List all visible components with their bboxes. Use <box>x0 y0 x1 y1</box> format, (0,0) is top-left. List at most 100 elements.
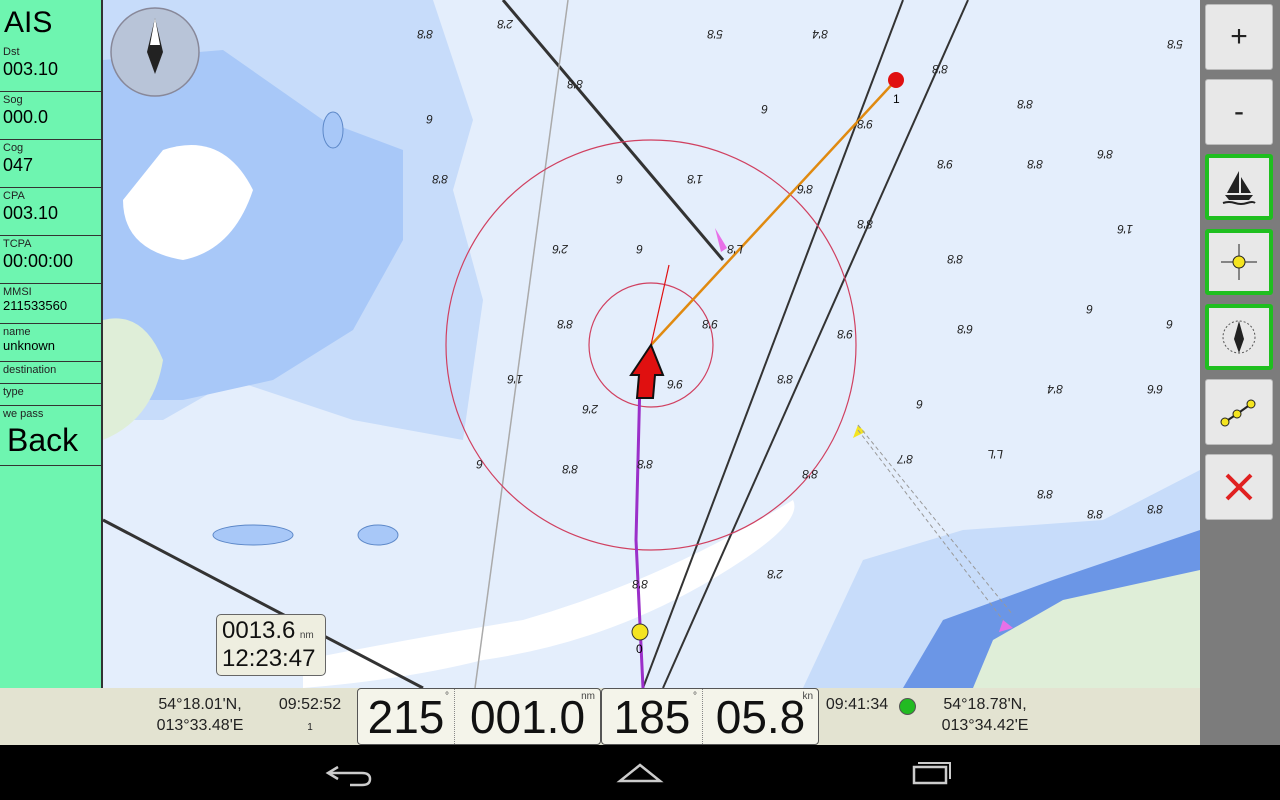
depth-label: 8'8 <box>637 457 653 471</box>
ais-label: TCPA <box>3 238 32 250</box>
ais-field-we-pass: we pass Back <box>0 406 101 466</box>
depth-label: 8'8 <box>1147 502 1163 516</box>
depth-label: 6 <box>476 457 483 471</box>
own-boat-arrow <box>629 342 665 399</box>
shoal <box>212 524 294 546</box>
north-up-button[interactable] <box>1205 304 1273 370</box>
speed-cell: 05.8 kn <box>702 689 818 744</box>
depth-label: 8'8 <box>567 77 583 91</box>
depth-labels: 8'8 2'8 5'8 8'4 8'8 5'8 6 8'8 6 9'8 8'8 8'6 8'8 6 1'8 8… <box>417 17 1183 591</box>
depth-label: 8'4 <box>812 27 828 41</box>
ais-value: 047 <box>3 155 34 175</box>
ais-field-cog: Cog 047 <box>0 140 101 188</box>
ais-label: type <box>3 386 24 398</box>
depth-label: 5'8 <box>1167 37 1183 51</box>
ais-field-sog: Sog 000.0 <box>0 92 101 140</box>
ais-field-tcpa: TCPA 00:00:00 <box>0 236 101 284</box>
back-button[interactable]: Back <box>3 420 98 461</box>
boat-lat: 54°18.78'N, <box>943 696 1027 713</box>
depth-label: 9'8 <box>937 157 953 171</box>
trip-time: 12:23:47 <box>222 645 316 672</box>
depth-label: 2'8 <box>497 17 514 31</box>
depth-label: 9'8 <box>857 117 873 131</box>
depth-label: 6 <box>426 112 433 126</box>
depth-label: 8'8 <box>857 217 873 231</box>
waypoint-1 <box>888 72 904 88</box>
ais-panel: AIS Dst 003.10 Sog 000.0 Cog 047 CPA 003… <box>0 0 103 688</box>
zoom-out-button[interactable]: - <box>1205 79 1273 145</box>
compass-icon <box>1222 320 1256 354</box>
depth-label: 8'6 <box>797 182 813 196</box>
ais-value: 003.10 <box>3 203 59 223</box>
cursor-position: 54°18.01'N, 013°33.48'E <box>150 694 250 736</box>
ais-label: Sog <box>3 94 23 106</box>
center-position-button[interactable] <box>1205 229 1273 295</box>
depth-label: 8'8 <box>1017 97 1033 111</box>
ais-value: 003.10 <box>3 59 59 79</box>
zoom-in-button[interactable]: + <box>1205 4 1273 70</box>
trip-distance: 0013.6 <box>222 617 296 644</box>
nav-readout[interactable]: 185 ° 05.8 kn <box>601 688 819 745</box>
depth-label: 1'6 <box>507 372 523 386</box>
ais-value: 211533560 <box>3 298 68 313</box>
depth-label: 8'8 <box>557 317 573 331</box>
waypoint-label: 1 <box>893 92 900 106</box>
depth-label: 2'6 <box>552 242 569 256</box>
depth-label: 6 <box>636 242 643 256</box>
waypoint-readout[interactable]: 215 ° 001.0 nm <box>357 688 601 745</box>
course-line <box>501 0 725 261</box>
depth-label: 8'8 <box>432 172 448 186</box>
ais-field-mmsi: MMSI 211533560 <box>0 284 101 324</box>
speed-value: 05.8 <box>715 690 806 743</box>
heading-line <box>650 264 670 346</box>
gps-status-icon <box>899 698 916 715</box>
ais-field-name: name unknown <box>0 324 101 362</box>
depth-label: L'L <box>987 447 1003 461</box>
depth-label: L'8 <box>727 242 743 256</box>
depth-label: 8'6 <box>1097 147 1113 161</box>
eta-value: 09:52:52 <box>278 696 342 713</box>
sailboat-icon <box>1222 171 1256 205</box>
nav-back-button[interactable] <box>320 757 380 789</box>
shoal <box>357 524 399 546</box>
depth-label: 6'8 <box>957 322 973 336</box>
depth-label: 8'8 <box>947 252 963 266</box>
chart-canvas[interactable]: 1 0 8'8 2'8 5'8 8'4 8'8 5'8 6 8'8 6 9'8 8'8 8'6 8'8 6… <box>103 0 1200 688</box>
close-icon <box>1225 473 1253 501</box>
system-nav-bar <box>0 745 1280 800</box>
app-screen: AIS Dst 003.10 Sog 000.0 Cog 047 CPA 003… <box>0 0 1280 800</box>
ais-label: name <box>3 326 31 338</box>
depth-label: 8'4 <box>1047 382 1063 396</box>
nautical-chart[interactable]: 1 0 8'8 2'8 5'8 8'4 8'8 5'8 6 8'8 6 9'8 8'8 8'6 8'8 6… <box>103 0 1200 688</box>
meridian-line <box>474 0 569 688</box>
depth-label: 2'6 <box>582 402 599 416</box>
depth-label: 8'8 <box>417 27 433 41</box>
nav-recents-button[interactable] <box>900 757 960 789</box>
ais-label: Dst <box>3 46 20 58</box>
ais-field-dst: Dst 003.10 <box>0 44 101 92</box>
right-toolbar: + - <box>1200 0 1280 745</box>
ais-value: 00:00:00 <box>3 251 74 271</box>
nav-home-button[interactable] <box>610 757 670 789</box>
cursor-lon: 013°33.48'E <box>156 717 244 734</box>
boat-lon: 013°34.42'E <box>941 717 1029 734</box>
depth-label: 8'8 <box>1027 157 1043 171</box>
crosshair-icon <box>1221 244 1257 280</box>
depth-label: 6 <box>1166 317 1173 331</box>
route-button[interactable] <box>1205 379 1273 445</box>
home-icon <box>616 763 664 783</box>
boat-mode-button[interactable] <box>1205 154 1273 220</box>
ais-label: MMSI <box>3 286 32 298</box>
close-button[interactable] <box>1205 454 1273 520</box>
distance-value: 001.0 <box>469 690 586 743</box>
course-unit: ° <box>693 691 697 702</box>
cursor-lat: 54°18.01'N, <box>158 696 242 713</box>
depth-label: 6 <box>761 102 768 116</box>
depth-label: 6 <box>616 172 623 186</box>
distance-cell: 001.0 nm <box>454 689 600 744</box>
depth-label: 8'8 <box>802 467 818 481</box>
ais-title: AIS <box>4 6 53 39</box>
depth-label: 2'8 <box>767 567 784 581</box>
ais-field-type: type <box>0 384 101 406</box>
depth-label: 9'6 <box>667 377 683 391</box>
